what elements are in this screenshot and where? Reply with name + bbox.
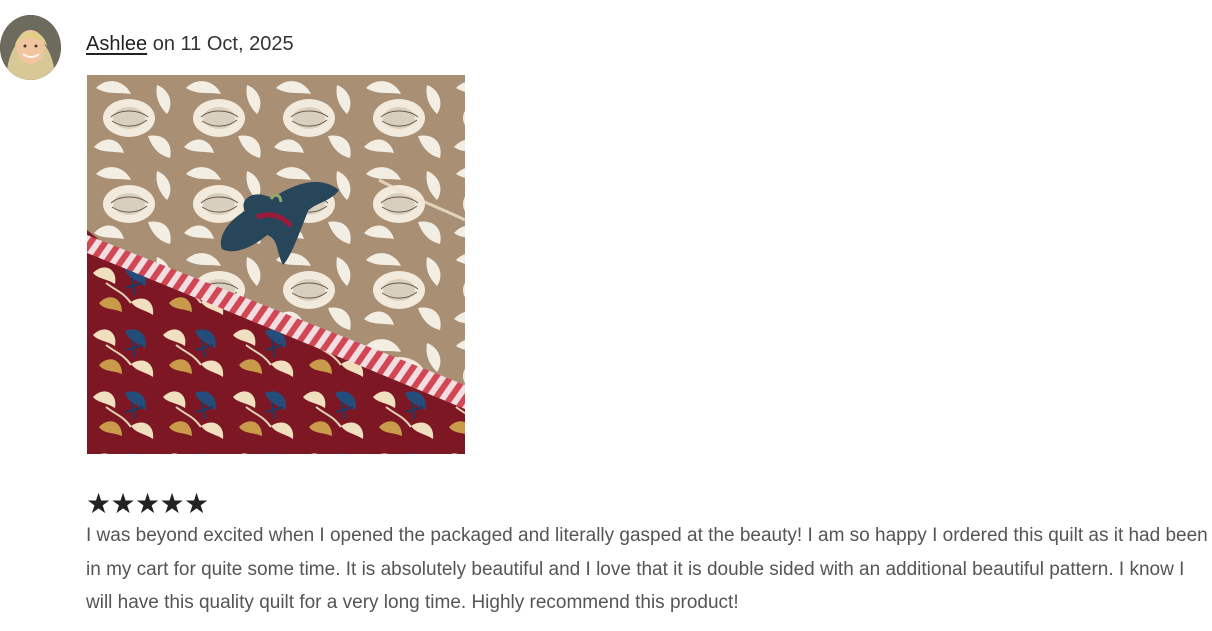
date-prefix: on xyxy=(152,33,175,55)
star-filled-icon: ★ xyxy=(110,487,136,520)
reviewer-name-link[interactable]: Ashlee xyxy=(86,33,147,55)
review-photo[interactable] xyxy=(87,75,465,454)
review-meta: Ashlee on 11 Oct, 2025 xyxy=(86,31,294,57)
review-card: Ashlee on 11 Oct, 2025 ★ ★ ★ ★ ★ I was b… xyxy=(0,0,1212,631)
star-rating: ★ ★ ★ ★ ★ xyxy=(86,490,209,518)
reviewer-avatar[interactable] xyxy=(0,15,61,80)
star-filled-icon: ★ xyxy=(159,487,185,520)
star-filled-icon: ★ xyxy=(86,487,112,520)
star-filled-icon: ★ xyxy=(135,487,161,520)
review-body: I was beyond excited when I opened the p… xyxy=(86,525,1208,613)
review-date: 11 Oct, 2025 xyxy=(180,33,294,55)
star-filled-icon: ★ xyxy=(184,487,210,520)
